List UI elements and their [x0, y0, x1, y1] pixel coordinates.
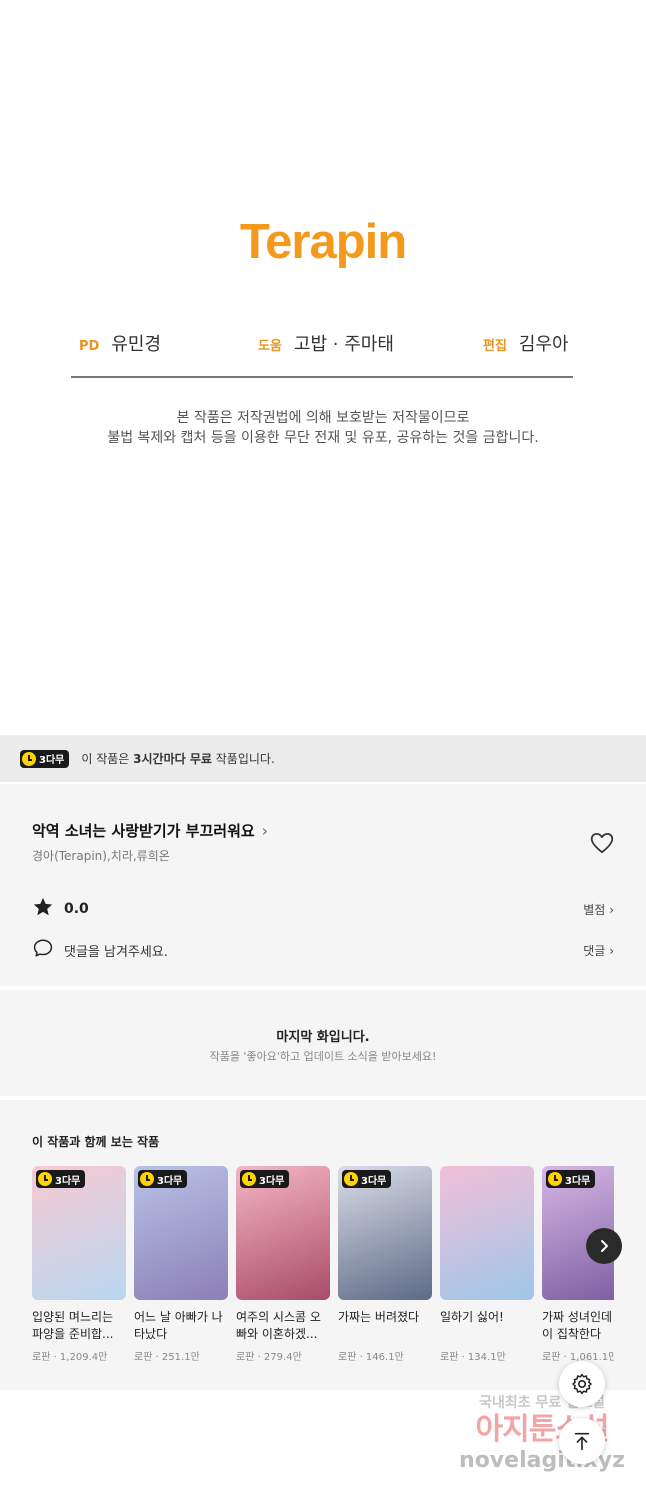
work-authors: 경아(Terapin),치라,류희온 — [32, 849, 170, 863]
recommendation-card[interactable]: 일하기 싫어! 로판 · 134.1만 — [440, 1166, 534, 1363]
credit-name-edit: 김우아 — [518, 334, 569, 355]
free-badge-label: 3다무 — [361, 1175, 387, 1187]
rating-link[interactable]: 별점 › — [583, 901, 614, 918]
recommendations-section: 이 작품과 함께 보는 작품 3다무입양된 며느리는 파양을 준비합... 로판 … — [0, 1100, 646, 1390]
free-badge: 3다무 — [138, 1170, 188, 1188]
settings-button[interactable] — [559, 1361, 605, 1407]
copyright-line-2: 불법 복제와 캡처 등을 이용한 무단 전재 및 유포, 공유하는 것을 금합니… — [107, 430, 539, 446]
scroll-top-button[interactable] — [559, 1418, 605, 1464]
recommendation-meta: 로판 · 251.1만 — [134, 1352, 200, 1363]
credits-divider — [71, 376, 573, 378]
free-badge-label: 3다무 — [157, 1175, 183, 1187]
clock-icon — [548, 1172, 562, 1186]
last-episode-notice: 마지막 화입니다. 작품을 '좋아요'하고 업데이트 소식을 받아보세요! — [0, 990, 646, 1096]
credit-role-edit: 편집 — [483, 339, 507, 354]
free-banner: 3다무 이 작품은 3시간마다 무료 작품입니다. — [0, 735, 646, 782]
credit-role-pd: PD — [79, 339, 100, 354]
recommendation-meta: 로판 · 134.1만 — [440, 1352, 506, 1363]
recommendation-thumbnail: 3다무 — [134, 1166, 228, 1300]
recommendation-title: 가짜 성녀인데 들이 집착한다 — [542, 1310, 614, 1341]
comment-prompt: 댓글을 남겨주세요. — [64, 944, 168, 960]
free-badge: 3다무 — [342, 1170, 392, 1188]
chevron-right-icon: › — [609, 943, 614, 958]
recommendations-title: 이 작품과 함께 보는 작품 — [32, 1135, 160, 1149]
gear-icon — [572, 1373, 592, 1395]
chevron-right-icon: › — [261, 822, 268, 840]
free-badge: 3다무 — [546, 1170, 596, 1188]
recommendation-meta: 로판 · 279.4만 — [236, 1352, 302, 1363]
clock-icon — [38, 1172, 52, 1186]
free-text-post: 작품입니다. — [211, 752, 275, 766]
clock-icon — [242, 1172, 256, 1186]
free-badge-label: 3다무 — [565, 1175, 591, 1187]
free-badge-label: 3다무 — [55, 1175, 81, 1187]
credit-edit: 편집 김우아 — [483, 330, 569, 356]
free-badge: 3다무 — [20, 749, 70, 768]
credits-page: Terapin PD 유민경 도움 고밥 · 주마태 편집 김우아 본 작품은 … — [0, 0, 646, 735]
recommendation-title: 어느 날 아빠가 나타났다 — [134, 1310, 223, 1341]
credit-name-help: 고밥 · 주마태 — [293, 334, 394, 355]
carousel-next-button[interactable] — [586, 1228, 622, 1264]
watermark-line-1: 국내최초 무료 웹소설 — [479, 1395, 605, 1411]
clock-icon — [140, 1172, 154, 1186]
last-episode-subtitle: 작품을 '좋아요'하고 업데이트 소식을 받아보세요! — [209, 1050, 437, 1063]
chevron-right-icon — [601, 1240, 608, 1252]
recommendation-meta: 로판 · 146.1만 — [338, 1352, 404, 1363]
work-info-card: 악역 소녀는 사랑받기가 부끄러워요 › 경아(Terapin),치라,류희온 … — [0, 784, 646, 986]
comment-link[interactable]: 댓글 › — [583, 942, 614, 959]
watermark-line-3: novelagit.xyz — [459, 1448, 625, 1473]
recommendation-meta: 로판 · 1,209.4만 — [32, 1352, 108, 1363]
recommendation-card[interactable]: 3다무여주의 시스콤 오빠와 이혼하겠... 로판 · 279.4만 — [236, 1166, 330, 1363]
free-text-bold: 3시간마다 무료 — [133, 752, 212, 766]
staff-credits: PD 유민경 도움 고밥 · 주마태 편집 김우아 — [0, 330, 646, 356]
rating-value: 0.0 — [64, 901, 89, 917]
recommendation-title: 가짜는 버려졌다 — [338, 1310, 420, 1324]
free-text-pre: 이 작품은 — [81, 752, 134, 766]
watermark: 국내최초 무료 웹소설 아지툰소설 novelagit.xyz — [442, 1392, 642, 1473]
recommendation-title: 입양된 며느리는 파양을 준비합... — [32, 1310, 114, 1341]
recommendation-card[interactable]: 3다무어느 날 아빠가 나타났다로판 · 251.1만 — [134, 1166, 228, 1363]
free-badge-label: 3다무 — [259, 1175, 285, 1187]
credit-help: 도움 고밥 · 주마태 — [258, 330, 394, 356]
work-title: 악역 소녀는 사랑받기가 부끄러워요 — [32, 822, 255, 840]
recommendation-card[interactable]: 3다무입양된 며느리는 파양을 준비합... 로판 · 1,209.4만 — [32, 1166, 126, 1363]
free-badge: 3다무 — [240, 1170, 290, 1188]
copyright-line-1: 본 작품은 저작권법에 의해 보호받는 저작물이므로 — [176, 410, 470, 426]
recommendation-card[interactable]: 3다무가짜 성녀인데 들이 집착한다로판 · 1,061.1만 — [542, 1166, 614, 1363]
copyright-notice: 본 작품은 저작권법에 의해 보호받는 저작물이므로 불법 복제와 캡처 등을 … — [0, 408, 646, 448]
free-badge: 3다무 — [36, 1170, 86, 1188]
recommendation-thumbnail: 3다무 — [32, 1166, 126, 1300]
free-banner-text: 이 작품은 3시간마다 무료 작품입니다. — [81, 750, 274, 767]
clock-icon — [344, 1172, 358, 1186]
watermark-line-2: 아지툰소설 — [475, 1412, 610, 1447]
recommendation-card[interactable]: 3다무가짜는 버려졌다로판 · 146.1만 — [338, 1166, 432, 1363]
chevron-right-icon: › — [609, 902, 614, 917]
credit-pd: PD 유민경 — [79, 330, 161, 356]
heart-icon[interactable] — [589, 830, 615, 856]
publisher-logo: Terapin — [239, 215, 407, 269]
credit-role-help: 도움 — [258, 339, 282, 354]
clock-icon — [22, 751, 36, 766]
credit-name-pd: 유민경 — [111, 334, 162, 355]
recommendation-thumbnail: 3다무 — [338, 1166, 432, 1300]
recommendation-title: 일하기 싫어! — [440, 1310, 504, 1324]
recommendation-thumbnail: 3다무 — [236, 1166, 330, 1300]
recommendation-thumbnail — [440, 1166, 534, 1300]
speech-bubble-icon — [32, 937, 54, 963]
work-title-link[interactable]: 악역 소녀는 사랑받기가 부끄러워요 › — [32, 820, 268, 841]
star-icon — [32, 896, 54, 922]
rating-link-label: 별점 — [583, 902, 606, 917]
last-episode-title: 마지막 화입니다. — [276, 1030, 370, 1045]
recommendations-list: 3다무입양된 며느리는 파양을 준비합... 로판 · 1,209.4만 3다무어느… — [32, 1166, 614, 1386]
comment-row[interactable]: 댓글을 남겨주세요. 댓글 › — [32, 938, 614, 962]
free-badge-label: 3다무 — [39, 755, 65, 766]
arrow-up-icon — [574, 1432, 590, 1451]
rating-row[interactable]: 0.0 별점 › — [32, 897, 614, 921]
recommendation-title: 여주의 시스콤 오빠와 이혼하겠... — [236, 1310, 321, 1341]
comment-link-label: 댓글 — [583, 943, 606, 958]
